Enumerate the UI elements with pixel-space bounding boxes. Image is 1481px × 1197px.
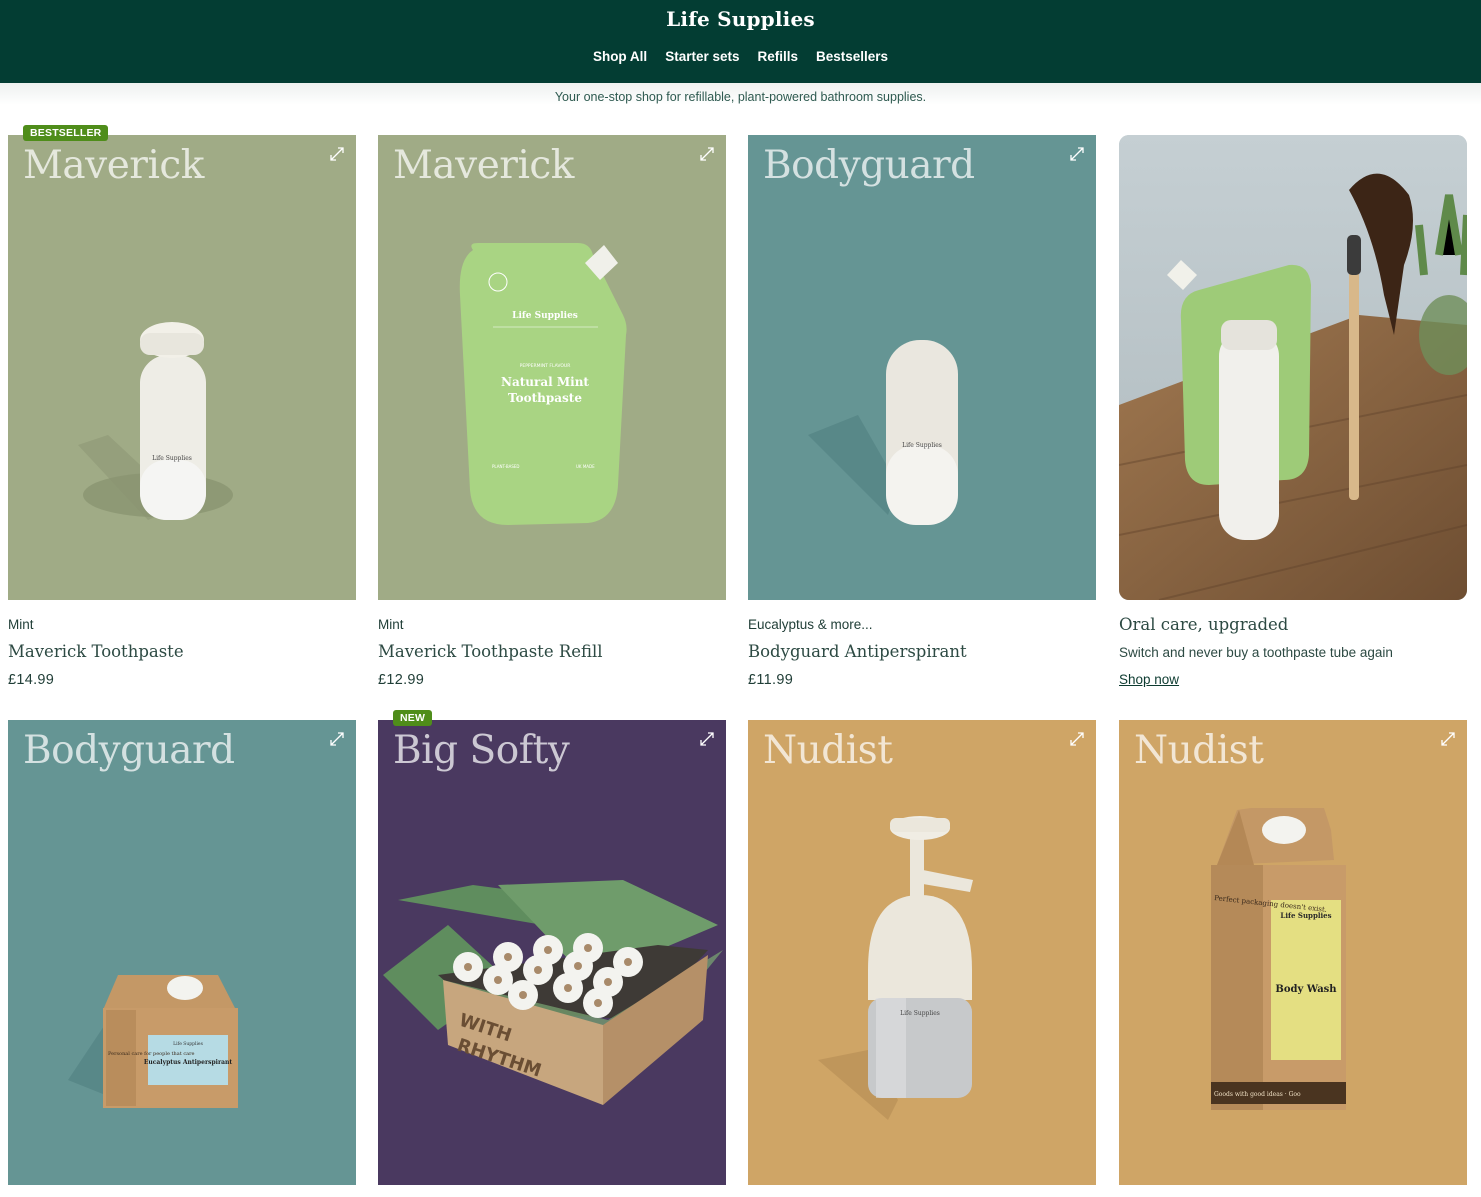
- main-nav: Shop All Starter sets Refills Bestseller…: [0, 49, 1481, 64]
- antiperspirant-carton-image: Life Supplies Eucalyptus Antiperspirant …: [68, 975, 238, 1108]
- promo-photo: [1119, 135, 1467, 600]
- product-image[interactable]: Life Supplies Body Wash Perfect packagin…: [1119, 720, 1467, 1185]
- product-brand-name: Nudist: [1134, 728, 1264, 773]
- soap-dispenser-image: Life Supplies: [818, 816, 973, 1120]
- bottle-label: Life Supplies: [900, 1010, 940, 1017]
- product-variant: Mint: [8, 617, 34, 632]
- pouch-name-line1: Natural Mint: [501, 375, 589, 389]
- product-title[interactable]: Maverick Toothpaste: [8, 642, 184, 661]
- product-variant: Mint: [378, 617, 404, 632]
- expand-arrows-icon[interactable]: [1439, 730, 1457, 748]
- pouch-label: Life Supplies: [512, 311, 578, 321]
- refill-pouch-image: Life Supplies PEPPERMINT FLAVOUR Natural…: [459, 243, 627, 525]
- product-price: £11.99: [748, 672, 794, 688]
- nav-shop-all[interactable]: Shop All: [593, 49, 647, 64]
- product-title[interactable]: Bodyguard Antiperspirant: [748, 642, 967, 661]
- product-brand-name: Nudist: [763, 728, 893, 773]
- body-wash-carton-image: Life Supplies Body Wash Perfect packagin…: [1211, 808, 1346, 1110]
- expand-arrows-icon[interactable]: [328, 730, 346, 748]
- carton-side-text: Personal care for people that care: [108, 1051, 195, 1057]
- expand-arrows-icon[interactable]: [698, 145, 716, 163]
- nav-refills[interactable]: Refills: [757, 49, 798, 64]
- deodorant-dispenser-image: Life Supplies: [808, 340, 958, 525]
- product-card[interactable]: Life Supplies Bodyguard Eucalyptus & mor…: [748, 135, 1096, 695]
- site-header: Life Supplies Shop All Starter sets Refi…: [0, 0, 1481, 83]
- svg-text:Life Supplies: Life Supplies: [152, 455, 192, 462]
- new-badge: NEW: [393, 710, 433, 726]
- tagline: Your one-stop shop for refillable, plant…: [554, 90, 927, 104]
- expand-arrows-icon[interactable]: [1068, 145, 1086, 163]
- product-card[interactable]: Life Supplies Body Wash Perfect packagin…: [1119, 720, 1467, 1185]
- product-price: £12.99: [378, 672, 425, 688]
- carton-strip: Goods with good ideas · Goo: [1214, 1091, 1301, 1098]
- expand-arrows-icon[interactable]: [1068, 730, 1086, 748]
- product-image[interactable]: Life Supplies PEPPERMINT FLAVOUR Natural…: [378, 135, 726, 600]
- product-variant: Eucalyptus & more...: [748, 617, 873, 632]
- product-card[interactable]: WITH RHYTHM Big Softy NEW: [378, 710, 726, 1185]
- product-brand-name: Maverick: [23, 143, 204, 188]
- product-card[interactable]: Life Supplies PEPPERMINT FLAVOUR Natural…: [378, 135, 726, 695]
- product-image[interactable]: Life Supplies Eucalyptus Antiperspirant …: [8, 720, 356, 1185]
- product-brand-name: Bodyguard: [763, 143, 975, 188]
- promo-title: Oral care, upgraded: [1119, 615, 1289, 634]
- product-brand-name: Big Softy: [393, 728, 570, 773]
- brand-logo[interactable]: Life Supplies: [0, 7, 1481, 31]
- product-card[interactable]: Life Supplies Nudist: [748, 720, 1096, 1185]
- promo-card[interactable]: Oral care, upgraded Switch and never buy…: [1119, 135, 1467, 695]
- product-brand-name: Bodyguard: [23, 728, 235, 773]
- promo-subtitle: Switch and never buy a toothpaste tube a…: [1119, 645, 1393, 660]
- product-card[interactable]: Life Supplies Maverick BESTSELLER Mint M…: [8, 125, 356, 695]
- carton-product-name: Eucalyptus Antiperspirant: [144, 1059, 233, 1066]
- pouch-name-line2: Toothpaste: [508, 391, 582, 405]
- bottle-label: Life Supplies: [902, 442, 942, 449]
- product-image[interactable]: Life Supplies Maverick: [8, 135, 356, 600]
- product-title[interactable]: Maverick Toothpaste Refill: [378, 642, 603, 661]
- pouch-right-label: UK MADE: [576, 464, 595, 469]
- product-card[interactable]: Life Supplies Eucalyptus Antiperspirant …: [8, 720, 356, 1185]
- toilet-roll-box-image: WITH RHYTHM: [383, 880, 723, 1105]
- promo-image[interactable]: [1119, 135, 1467, 600]
- nav-bestsellers[interactable]: Bestsellers: [816, 49, 888, 64]
- product-brand-name: Maverick: [393, 143, 574, 188]
- toothpaste-dispenser-image: Life Supplies: [78, 322, 233, 520]
- product-image[interactable]: Life Supplies Nudist: [748, 720, 1096, 1185]
- bestseller-badge: BESTSELLER: [23, 125, 109, 141]
- expand-arrows-icon[interactable]: [698, 730, 716, 748]
- product-image[interactable]: WITH RHYTHM Big Softy: [378, 720, 726, 1185]
- shop-now-link[interactable]: Shop now: [1119, 672, 1179, 687]
- nav-starter-sets[interactable]: Starter sets: [665, 49, 739, 64]
- carton-label: Life Supplies: [173, 1041, 203, 1047]
- pouch-flavour: PEPPERMINT FLAVOUR: [520, 363, 571, 369]
- pouch-left-label: PLANT-BASED: [492, 464, 519, 469]
- expand-arrows-icon[interactable]: [328, 145, 346, 163]
- carton-product-name: Body Wash: [1275, 984, 1337, 995]
- product-image[interactable]: Life Supplies Bodyguard: [748, 135, 1096, 600]
- product-price: £14.99: [8, 672, 55, 688]
